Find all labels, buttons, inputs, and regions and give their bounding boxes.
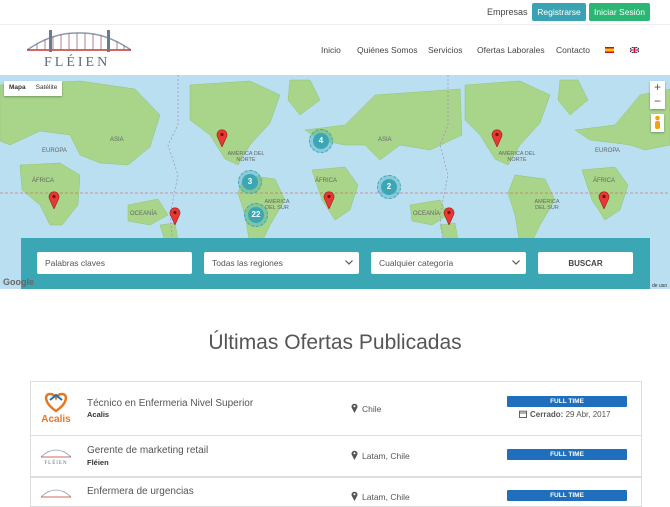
nav-contacto[interactable]: Contacto [556,45,590,55]
job-listing[interactable]: Enfermera de urgencias Latam, Chile FULL… [30,477,642,507]
top-bar: Empresas Registrarse Iniciar Sesión [0,0,670,24]
location-pin-icon [351,403,358,413]
job-listing[interactable]: FLÉIEN Gerente de marketing retail Fléie… [30,435,642,477]
chevron-down-icon [345,260,353,265]
zoom-in-button[interactable]: + [650,81,665,95]
map-pin-icon[interactable] [443,207,455,225]
login-button[interactable]: Iniciar Sesión [589,3,650,21]
section-title: Últimas Ofertas Publicadas [208,331,462,354]
category-select-value: Cualquier categoría [379,258,454,268]
uk-flag-icon[interactable] [630,47,639,53]
map-label-north-america: AMÉRICA DEL NORTE [227,151,265,163]
map-pin-icon[interactable] [216,129,228,147]
job-title[interactable]: Enfermera de urgencias [87,486,194,497]
spain-flag-icon[interactable] [605,47,614,53]
job-listing[interactable]: Acalis Técnico en Enfermeria Nivel Super… [30,381,642,436]
cluster-count: 22 [248,207,264,223]
job-closed-date: Cerrado: 29 Abr, 2017 [519,410,611,419]
fleien-logo [40,489,72,498]
closed-date-value: 29 Abr, 2017 [565,410,611,419]
svg-text:Acalis: Acalis [41,414,71,425]
cluster-count: 4 [313,133,329,149]
map-label-africa: ÁFRICA [32,178,55,184]
job-location: Chile [351,403,381,414]
map-terms-link[interactable]: de uso [652,283,667,289]
map-label-south-america-2: AMÉRICA DEL SUR [534,199,560,211]
job-location: Latam, Chile [351,450,410,461]
map-type-map[interactable]: Mapa [4,81,31,96]
job-location-text: Latam, Chile [362,451,410,461]
map-pin-icon[interactable] [48,191,60,209]
map-cluster[interactable]: 22 [244,203,268,227]
map-pin-icon[interactable] [491,129,503,147]
chevron-down-icon [512,260,520,265]
acalis-logo: Acalis [41,392,71,425]
region-select-value: Todas las regiones [212,258,283,268]
job-type-badge: FULL TIME [507,396,627,407]
map-label-africa-2: ÁFRICA [315,178,338,184]
job-location-text: Chile [362,404,382,414]
job-title[interactable]: Gerente de marketing retail [87,445,208,456]
map-label-north-america-2: AMÉRICA DEL NORTE [498,151,536,163]
map-label-asia-2: ASIA [378,137,392,143]
map-label-europa: EUROPA [42,148,67,154]
map-label-europa-2: EUROPA [595,148,620,154]
nav-inicio[interactable]: Inicio [321,45,341,55]
nav-quienes-somos[interactable]: Quiénes Somos [357,45,417,55]
register-button[interactable]: Registrarse [532,3,586,21]
nav-servicios[interactable]: Servicios [428,45,462,55]
map-label-oceania: OCEANÍA [130,211,158,217]
divider [0,24,670,25]
nav-ofertas-laborales[interactable]: Ofertas Laborales [477,45,545,55]
map-label-asia: ASIA [110,137,124,143]
bridge-logo-icon [26,30,132,52]
location-pin-icon [351,450,358,460]
keywords-input[interactable]: Palabras claves [37,252,192,274]
map-label-africa-3: ÁFRICA [593,178,616,184]
region-select[interactable]: Todas las regiones [204,252,359,274]
closed-label: Cerrado: [530,410,564,419]
category-select[interactable]: Cualquier categoría [371,252,526,274]
map-pin-icon[interactable] [323,191,335,209]
map-pin-icon[interactable] [598,191,610,209]
job-company: Acalis [87,410,110,419]
map-label-oceania-2: OCEANÍA [413,211,441,217]
job-title[interactable]: Técnico en Enfermeria Nivel Superior [87,398,253,409]
fleien-logo: FLÉIEN [40,449,72,466]
pegman-icon[interactable] [651,114,664,132]
search-button[interactable]: BUSCAR [538,252,633,274]
job-company: Fléien [87,458,109,467]
logo-text: FLÉIEN [44,55,111,70]
job-type-badge: FULL TIME [507,490,627,501]
google-logo: Google [3,277,34,287]
calendar-icon [519,410,527,418]
zoom-out-button[interactable]: − [650,95,665,109]
svg-text:FLÉIEN: FLÉIEN [44,460,67,466]
map-cluster[interactable]: 2 [377,175,401,199]
job-location: Latam, Chile [351,491,410,502]
map-cluster[interactable]: 4 [309,129,333,153]
job-location-text: Latam, Chile [362,492,410,502]
empresas-link[interactable]: Empresas [487,7,528,17]
cluster-count: 2 [381,179,397,195]
job-type-badge: FULL TIME [507,449,627,460]
map-pin-icon[interactable] [169,207,181,225]
map-type-satellite[interactable]: Satélite [31,81,63,96]
map-type-toggle: Mapa Satélite [4,81,63,96]
map-cluster[interactable]: 3 [238,170,262,194]
cluster-count: 3 [242,174,258,190]
